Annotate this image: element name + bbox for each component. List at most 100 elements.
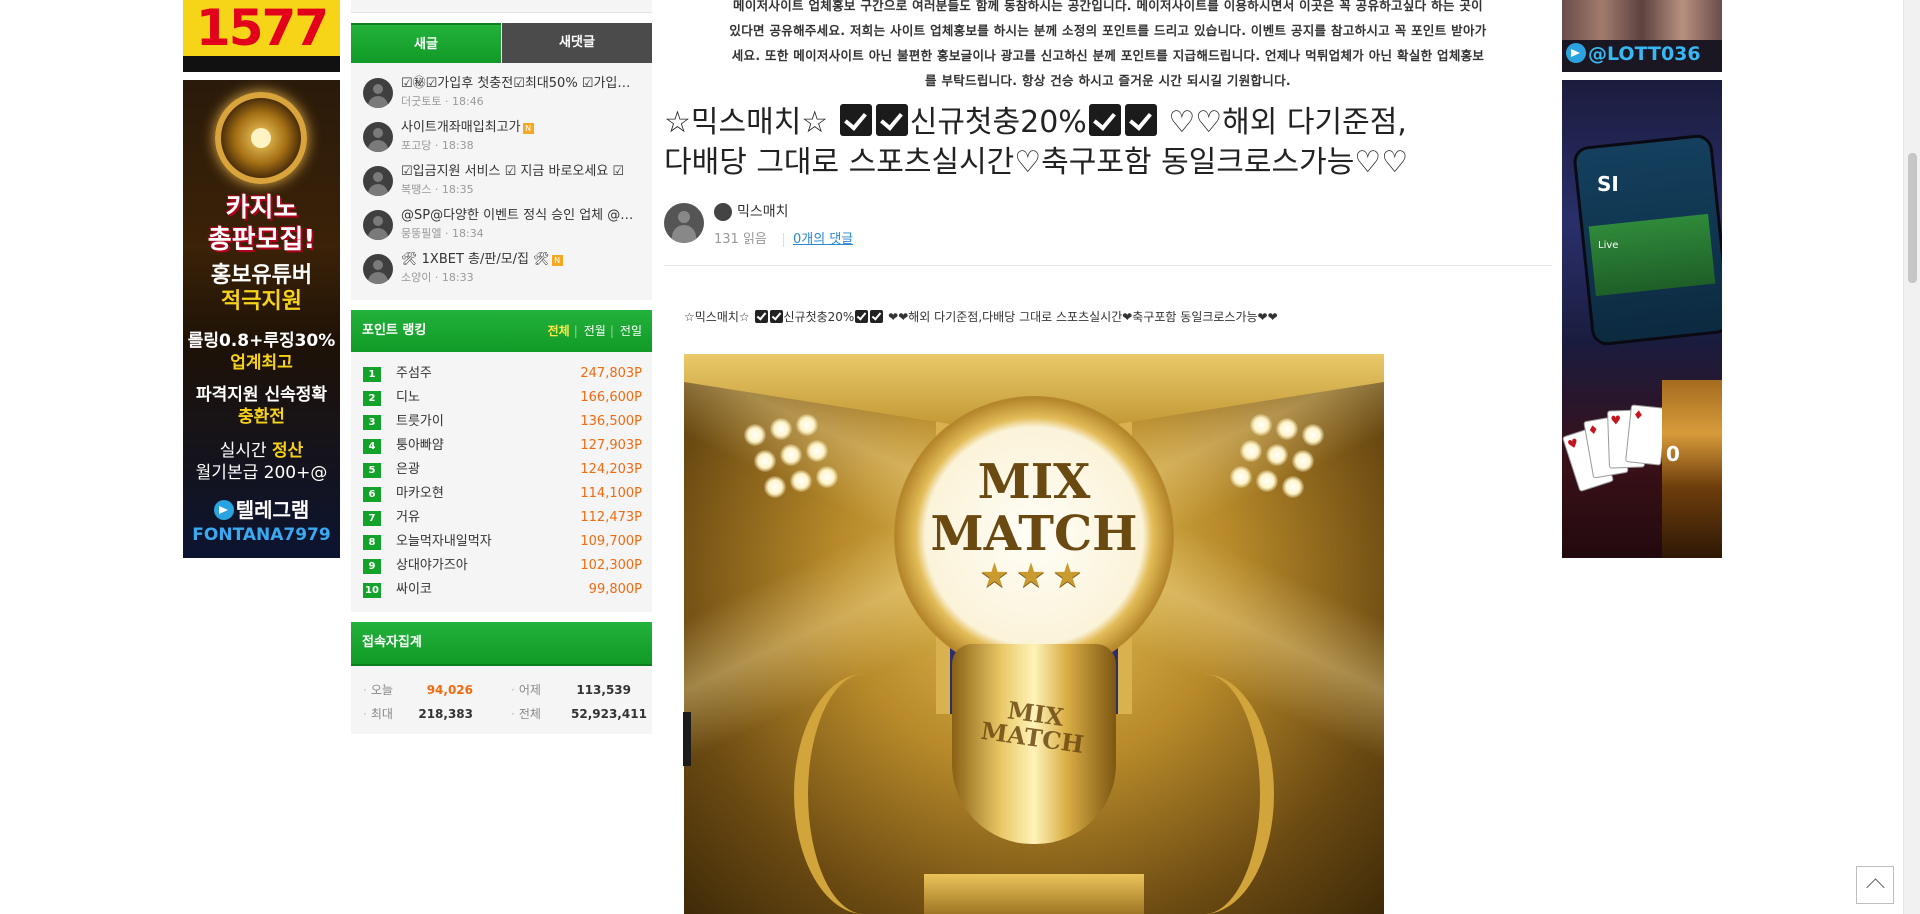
title-part: 신규첫충20% xyxy=(909,105,1087,140)
ad-line: 파격지원 신속정확 xyxy=(195,385,328,405)
page-scrollbar[interactable] xyxy=(1903,0,1920,914)
list-item[interactable]: @SP@다양한 이벤트 정식 승인 업체 @SP@ 뭉뚱필엘 · 18:34 xyxy=(351,205,652,249)
ranking-row[interactable]: 5 은광 124,203P xyxy=(351,458,652,482)
ranking-row[interactable]: 10 싸이코 99,800P xyxy=(351,578,652,602)
stat-value: 113,539 xyxy=(576,683,631,697)
light xyxy=(1282,476,1304,498)
avatar xyxy=(363,122,393,152)
list-item[interactable]: 사이트개좌매입최고가 N 포고당 · 18:38 xyxy=(351,117,652,161)
list-item[interactable]: 🛠 1XBET 총/판/모/집 🛠 N 소양이 · 18:33 xyxy=(351,249,652,293)
light xyxy=(1276,418,1298,440)
check-icon xyxy=(870,310,884,323)
rank-points: 112,473P xyxy=(580,510,642,525)
ranking-title: 포인트 랭킹 xyxy=(362,323,427,338)
ad-banner-1577[interactable]: 1577 xyxy=(183,0,340,72)
filter-separator: | xyxy=(573,324,578,338)
ranking-row[interactable]: 8 오늘먹자내일먹자 109,700P xyxy=(351,530,652,554)
ranking-row[interactable]: 4 퉁아빠얌 127,903P xyxy=(351,434,652,458)
ad-text: 정산 xyxy=(272,441,304,461)
divider xyxy=(664,265,1552,266)
rank-points: 109,700P xyxy=(580,534,642,549)
rank-user-name[interactable]: 은광 xyxy=(396,461,420,479)
check-icon xyxy=(1088,104,1121,136)
logo-line: MATCH xyxy=(930,506,1138,562)
ranking-row[interactable]: 2 디노 166,600P xyxy=(351,386,652,410)
author-avatar[interactable] xyxy=(664,203,704,243)
ad-banner-casino[interactable]: 카지노 총판모집! 홍보유튜버 적극지원 롤링0.8+루징30% 업계최고 파격지… xyxy=(183,80,340,558)
title-part: ♡♡해외 다기준점, xyxy=(1158,105,1407,140)
notice-line: 메이저사이트 업체홍보 구간으로 여러분들도 함께 동참하시는 공간입니다. 메… xyxy=(733,0,1483,13)
page: 1577 카지노 총판모집! 홍보유튜버 적극지원 롤링0.8+루징30% 업계최… xyxy=(0,0,1920,914)
card: ♦ xyxy=(1625,404,1667,466)
stat-label: 전체 xyxy=(511,707,541,721)
rank-user-name[interactable]: 상대야가즈아 xyxy=(396,557,468,575)
ad-banner-lott[interactable]: @LOTT036 xyxy=(1562,0,1722,72)
scrollbar-thumb[interactable] xyxy=(1908,153,1917,283)
ranking-row[interactable]: 1 주섬주 247,803P xyxy=(351,362,652,386)
tab-new-comments[interactable]: 새댓글 xyxy=(502,23,652,63)
ad-text: 실시간 xyxy=(219,441,273,461)
ranking-row[interactable]: 7 거유 112,473P xyxy=(351,506,652,530)
body-part: ☆믹스매치☆ xyxy=(684,310,754,324)
post-title[interactable]: ☑㊙☑가입후 첫충전☑최대50% ☑가입후 매충전☑최대10% xyxy=(401,75,641,93)
rank-user-name[interactable]: 디노 xyxy=(396,389,420,407)
filter-separator: | xyxy=(609,324,614,338)
post-title-text[interactable]: 사이트개좌매입최고가 xyxy=(401,120,521,135)
list-item[interactable]: ☑㊙☑가입후 첫충전☑최대50% ☑가입후 매충전☑최대10% 더굿토토 · 1… xyxy=(351,73,652,117)
soccer-pitch-graphic xyxy=(1588,213,1716,297)
post-title[interactable]: @SP@다양한 이벤트 정식 승인 업체 @SP@ xyxy=(401,207,641,225)
visitor-stats: 오늘 94,026 어제 113,539 최대 218,383 전체 52,923,41… xyxy=(351,666,652,734)
ad-line: 카지노 xyxy=(225,193,298,223)
check-icon xyxy=(855,310,869,323)
side-tab[interactable] xyxy=(683,712,691,766)
author-icon xyxy=(714,203,732,221)
notice-line: 를 부탁드립니다. 항상 건승 하시고 즐거운 시간 되시길 기원합니다. xyxy=(925,73,1291,88)
post-author-info: 믹스매치 131 읽음 0개의 댓글 xyxy=(664,203,1552,263)
ranking-row[interactable]: 3 트릇가이 136,500P xyxy=(351,410,652,434)
rank-user-name[interactable]: 마카오현 xyxy=(396,485,444,503)
post-author: 복땡스 xyxy=(401,183,432,196)
visitor-stats-header: 접속자집계 xyxy=(351,622,652,666)
rank-points: 124,203P xyxy=(580,462,642,477)
filter-all[interactable]: 전체 xyxy=(548,324,570,338)
ad-line: 총판모집! xyxy=(207,225,316,255)
list-item[interactable]: ☑입금지원 서비스 ☑ 지금 바로오세요 ☑ 복땡스 · 18:35 xyxy=(351,161,652,205)
post-title[interactable]: 🛠 1XBET 총/판/모/집 🛠 N xyxy=(401,251,641,269)
ranking-row[interactable]: 6 마카오현 114,100P xyxy=(351,482,652,506)
ranking-row[interactable]: 9 상대야가즈아 102,300P xyxy=(351,554,652,578)
post-title[interactable]: ☑입금지원 서비스 ☑ 지금 바로오세요 ☑ xyxy=(401,163,641,181)
live-label: Live xyxy=(1598,240,1619,251)
post-time: 18:34 xyxy=(451,227,484,240)
rank-user-name[interactable]: 주섬주 xyxy=(396,365,432,383)
ranking-header: 포인트 랭킹 전체 | 전월 | 전일 xyxy=(351,310,652,352)
rank-points: 127,903P xyxy=(580,438,642,453)
rank-points: 114,100P xyxy=(580,486,642,501)
rank-points: 102,300P xyxy=(580,558,642,573)
ad-headline: 카지노 총판모집! xyxy=(183,192,340,256)
rank-number: 10 xyxy=(363,583,381,598)
scroll-to-top-button[interactable] xyxy=(1856,866,1894,904)
light xyxy=(754,450,776,472)
author-name[interactable]: 믹스매치 xyxy=(737,203,789,221)
ad-banner-sports-casino[interactable]: SI Live ♥ ♦ ♥ ♦ 0 xyxy=(1562,80,1722,558)
rank-user-name[interactable]: 트릇가이 xyxy=(396,413,444,431)
rank-user-name[interactable]: 거유 xyxy=(396,509,420,527)
tab-new-posts[interactable]: 새글 xyxy=(351,23,501,63)
comment-count-link[interactable]: 0개의 댓글 xyxy=(793,231,853,249)
rank-user-name[interactable]: 오늘먹자내일먹자 xyxy=(396,533,492,551)
post-title-text[interactable]: 🛠 1XBET 총/판/모/집 🛠 xyxy=(401,252,550,267)
stat-value: 94,026 xyxy=(426,683,473,697)
filter-yesterday[interactable]: 전일 xyxy=(620,324,642,338)
rank-user-name[interactable]: 싸이코 xyxy=(396,581,432,599)
filter-last-month[interactable]: 전월 xyxy=(584,324,606,338)
stat-value: 52,923,411 xyxy=(571,707,647,721)
laurel-left xyxy=(794,674,934,914)
light xyxy=(1292,450,1314,472)
stadium-lights-right xyxy=(1184,414,1324,524)
rank-user-name[interactable]: 퉁아빠얌 xyxy=(396,437,444,455)
ad-text: @LOTT036 xyxy=(1588,43,1701,65)
post-title[interactable]: 사이트개좌매입최고가 N xyxy=(401,119,641,137)
check-icon xyxy=(769,310,783,323)
stat-label: 최대 xyxy=(363,707,393,721)
light xyxy=(1240,440,1262,462)
